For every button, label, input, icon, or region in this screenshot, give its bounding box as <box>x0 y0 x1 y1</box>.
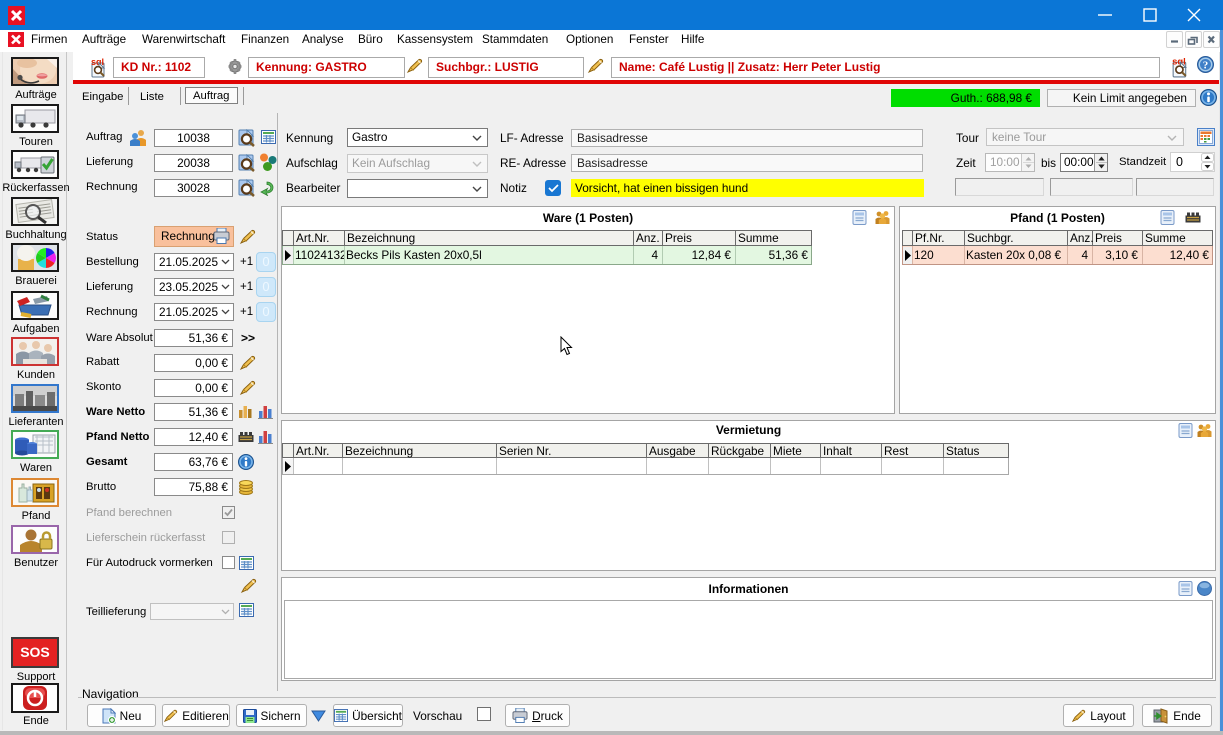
svg-text:?: ? <box>1203 60 1209 72</box>
